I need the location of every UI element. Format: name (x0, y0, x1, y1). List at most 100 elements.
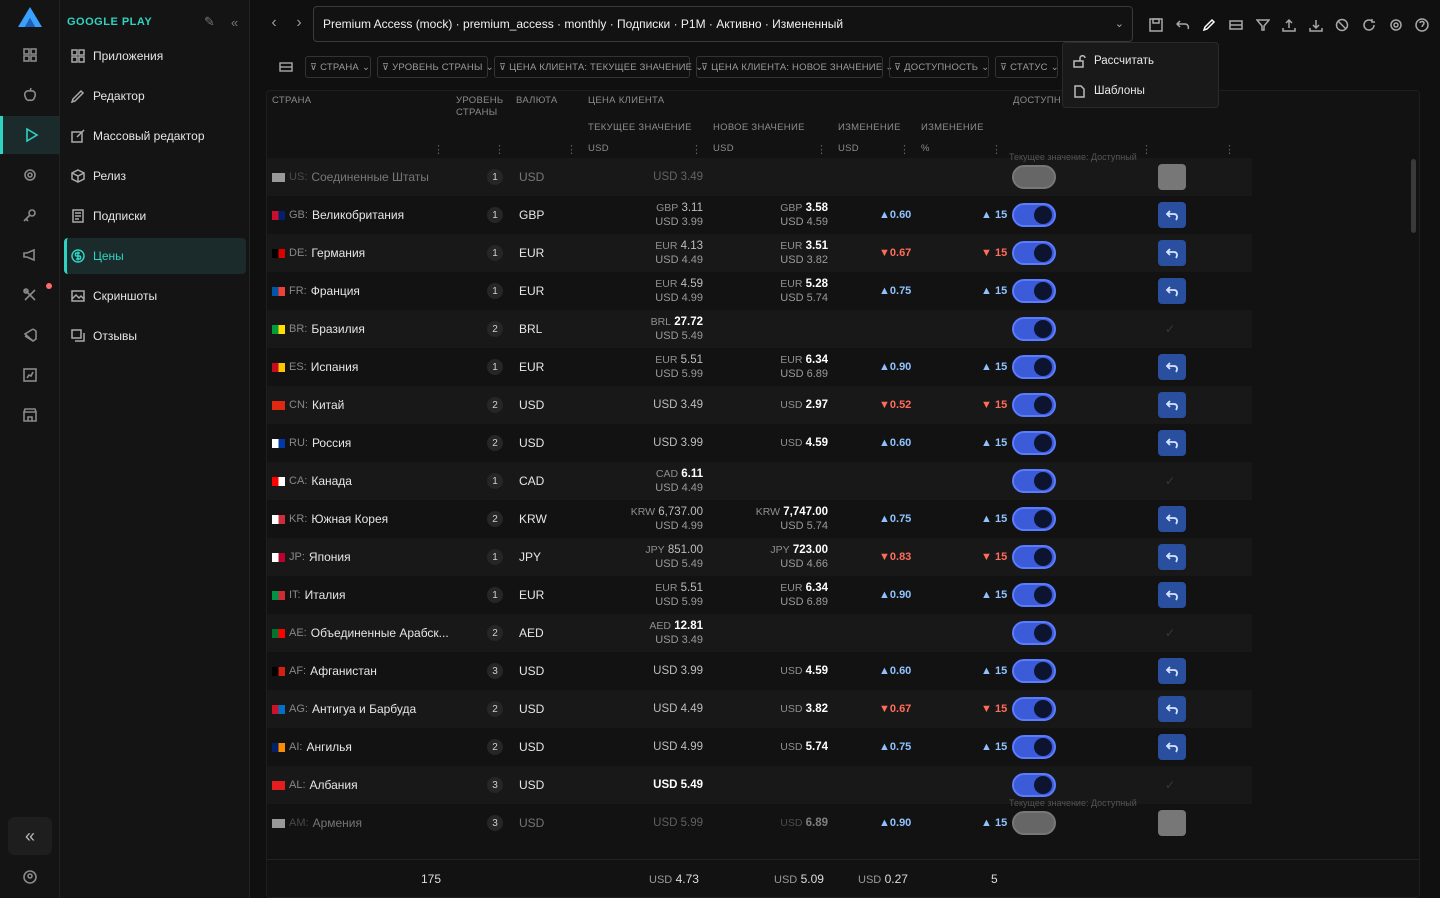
availability-toggle[interactable] (1012, 431, 1056, 455)
filter-chip[interactable]: ⊽ ЦЕНА КЛИЕНТА: ТЕКУЩЕЕ ЗНАЧЕНИЕ ⌄ (494, 56, 703, 78)
revert-button[interactable] (1158, 658, 1186, 684)
rail-chart-icon[interactable] (0, 356, 60, 394)
save-icon[interactable] (1143, 14, 1170, 36)
revert-button[interactable] (1158, 582, 1186, 608)
collapse-menu-icon[interactable]: « (231, 15, 238, 30)
block-icon[interactable] (1329, 14, 1356, 36)
refresh-icon[interactable] (1356, 14, 1383, 36)
col-menu-icon[interactable]: ⋮ (494, 143, 505, 156)
table-row[interactable]: RU: Россия 2 USD USD 3.99 USD 4.59 ▲0.60 ▲ 15 (267, 424, 1252, 462)
settings-gear-icon[interactable] (1382, 14, 1409, 36)
menu-item-apps[interactable]: Приложения (64, 38, 246, 74)
availability-toggle[interactable] (1012, 773, 1056, 797)
table-row[interactable]: AM: Армения 3 USD USD 5.99 USD 6.89 ▲0.90 ▲ 15 Т… (267, 798, 1252, 842)
menu-item-release[interactable]: Релиз (64, 158, 246, 194)
availability-toggle[interactable] (1012, 583, 1056, 607)
rail-dashboard-icon[interactable] (0, 36, 60, 74)
menu-item-reviews[interactable]: Отзывы (64, 318, 246, 354)
menu-item-subscriptions[interactable]: Подписки (64, 198, 246, 234)
availability-toggle[interactable] (1012, 811, 1056, 835)
revert-button[interactable] (1158, 734, 1186, 760)
filter-chip[interactable]: ⊽ ЦЕНА КЛИЕНТА: НОВОЕ ЗНАЧЕНИЕ ⌄ (696, 56, 893, 78)
menu-item-dollar[interactable]: Цены (64, 238, 246, 274)
availability-toggle[interactable] (1012, 735, 1056, 759)
revert-button[interactable] (1158, 354, 1186, 380)
table-row[interactable]: BR: Бразилия 2 BRL BRL 27.72 USD 5.49 ✓ (267, 310, 1252, 348)
rail-account-icon[interactable] (0, 858, 60, 896)
col-menu-icon[interactable]: ⋮ (566, 143, 577, 156)
availability-toggle[interactable] (1012, 545, 1056, 569)
revert-button[interactable] (1158, 278, 1186, 304)
menu-item-pencil[interactable]: Редактор (64, 78, 246, 114)
availability-toggle[interactable] (1012, 165, 1056, 189)
availability-toggle[interactable] (1012, 279, 1056, 303)
availability-toggle[interactable] (1012, 621, 1056, 645)
revert-button[interactable] (1158, 392, 1186, 418)
table-row[interactable]: IT: Италия 1 EUR EUR 5.51 USD 5.99 EUR 6.34 USD… (267, 576, 1252, 614)
table-row[interactable]: CN: Китай 2 USD USD 3.49 USD 2.97 ▼0.52 ▼ 15 (267, 386, 1252, 424)
filter-chip[interactable]: ⊽ СТАТУС ⌄ (995, 56, 1059, 78)
undo-icon[interactable] (1170, 14, 1197, 36)
filter-icon[interactable] (1249, 14, 1276, 36)
menu-item-image[interactable]: Скриншоты (64, 278, 246, 314)
upload-icon[interactable] (1276, 14, 1303, 36)
group-rows-icon[interactable] (278, 59, 294, 75)
availability-toggle[interactable] (1012, 469, 1056, 493)
table-row[interactable]: AE: Объединенные Арабск... 2 AED AED 12.81 US… (267, 614, 1252, 652)
rail-megaphone-icon[interactable] (0, 236, 60, 274)
revert-button[interactable] (1158, 430, 1186, 456)
col-menu-icon[interactable]: ⋮ (816, 143, 827, 156)
menu-item-bulk-edit[interactable]: Массовый редактор (64, 118, 246, 154)
rail-google-play-icon[interactable] (0, 116, 60, 154)
col-new-header[interactable]: НОВОЕ ЗНАЧЕНИЕ (713, 122, 805, 133)
availability-toggle[interactable] (1012, 317, 1056, 341)
help-icon[interactable] (1409, 14, 1436, 36)
revert-button[interactable] (1158, 544, 1186, 570)
col-menu-icon[interactable]: ⋮ (1224, 143, 1235, 156)
col-tier-header[interactable]: УРОВЕНЬ (456, 95, 503, 106)
rail-collapse-button[interactable]: « (8, 817, 52, 855)
group-icon[interactable] (1223, 14, 1250, 36)
calculate-menu-item[interactable]: Рассчитать (1073, 48, 1154, 74)
filter-chip[interactable]: ⊽ УРОВЕНЬ СТРАНЫ ⌄ (377, 56, 494, 78)
col-menu-icon[interactable]: ⋮ (899, 143, 910, 156)
table-row[interactable]: JP: Япония 1 JPY JPY 851.00 USD 5.49 JPY 723.0… (267, 538, 1252, 576)
table-row[interactable]: US: Соединенные Штаты 1 USD USD 3.49 Текущее … (267, 152, 1252, 196)
col-menu-icon[interactable]: ⋮ (691, 143, 702, 156)
filter-chip[interactable]: ⊽ СТРАНА ⌄ (305, 56, 371, 78)
vertical-scrollbar[interactable] (1411, 159, 1416, 233)
col-change-pct-header[interactable]: ИЗМЕНЕНИЕ (921, 122, 984, 133)
col-currency-header[interactable]: ВАЛЮТА (516, 95, 558, 106)
record-selector[interactable]: Premium Access (mock) · premium_access ·… (313, 6, 1133, 42)
availability-toggle[interactable] (1012, 203, 1056, 227)
table-row[interactable]: DE: Германия 1 EUR EUR 4.13 USD 4.49 EUR 3.51 U… (267, 234, 1252, 272)
edit-pencil-icon[interactable]: ✎ (204, 14, 215, 30)
edit-icon[interactable] (1196, 14, 1223, 36)
col-country-header[interactable]: СТРАНА (272, 95, 311, 106)
revert-button[interactable] (1158, 202, 1186, 228)
rail-key-icon[interactable] (0, 196, 60, 234)
col-menu-icon[interactable]: ⋮ (991, 143, 1002, 156)
back-arrow-icon[interactable]: ‹ (265, 14, 283, 34)
table-row[interactable]: FR: Франция 1 EUR EUR 4.59 USD 4.99 EUR 5.28 US… (267, 272, 1252, 310)
templates-menu-item[interactable]: Шаблоны (1073, 78, 1145, 104)
table-row[interactable]: AF: Афганистан 3 USD USD 3.99 USD 4.59 ▲0.60 ▲ … (267, 652, 1252, 690)
table-row[interactable]: AG: Антигуа и Барбуда 2 USD USD 4.49 USD 3.82… (267, 690, 1252, 728)
col-availability-header[interactable]: ДОСТУПН (1013, 95, 1061, 106)
table-row[interactable]: AI: Ангилья 2 USD USD 4.99 USD 5.74 ▲0.75 ▲ 15 (267, 728, 1252, 766)
revert-button[interactable] (1158, 506, 1186, 532)
col-menu-icon[interactable]: ⋮ (433, 143, 444, 156)
col-change-header[interactable]: ИЗМЕНЕНИЕ (838, 122, 901, 133)
forward-arrow-icon[interactable]: › (290, 14, 308, 34)
table-row[interactable]: CA: Канада 1 CAD CAD 6.11 USD 4.49 ✓ (267, 462, 1252, 500)
availability-toggle[interactable] (1012, 659, 1056, 683)
availability-toggle[interactable] (1012, 355, 1056, 379)
revert-button[interactable] (1158, 696, 1186, 722)
rail-apple-icon[interactable] (0, 76, 60, 114)
rail-target-icon[interactable] (0, 156, 60, 194)
filter-chip[interactable]: ⊽ ДОСТУПНОСТЬ ⌄ (889, 56, 989, 78)
rail-vscode-icon[interactable] (0, 316, 60, 354)
revert-button[interactable] (1158, 240, 1186, 266)
table-row[interactable]: ES: Испания 1 EUR EUR 5.51 USD 5.99 EUR 6.34 US… (267, 348, 1252, 386)
col-client-price-header[interactable]: ЦЕНА КЛИЕНТА (588, 95, 664, 106)
